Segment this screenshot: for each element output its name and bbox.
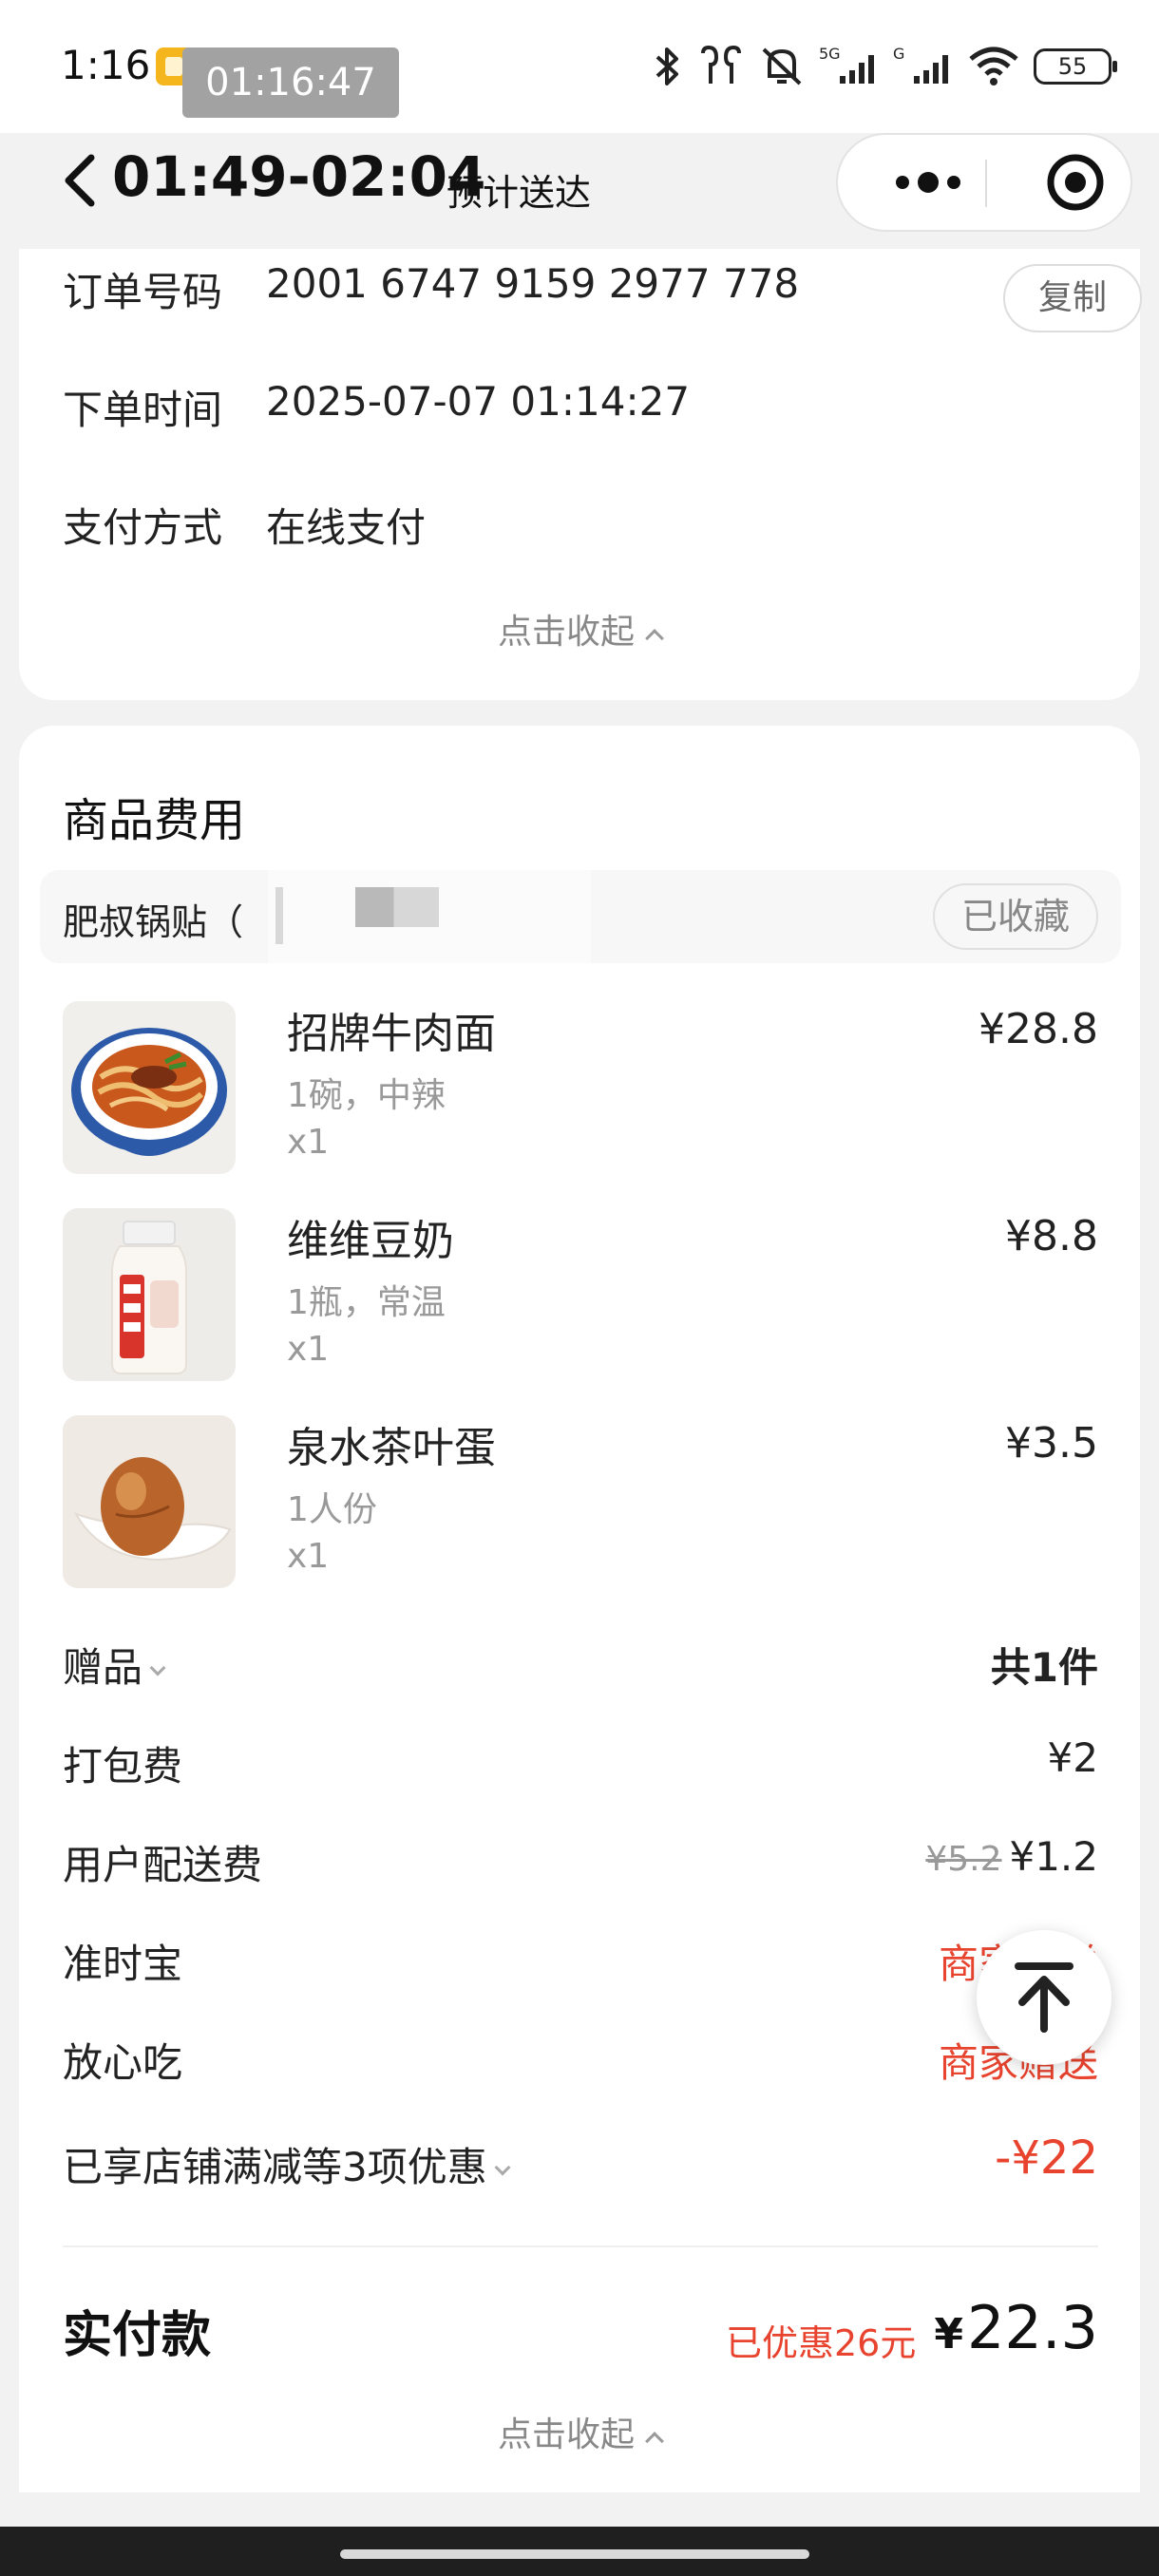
order-info-card: 订单号码 2001 6747 9159 2977 778 复制 下单时间 202… bbox=[19, 249, 1142, 700]
total-amount: ¥22.3 bbox=[934, 2293, 1098, 2362]
order-detail-page: 1:16 ··· 01:16:47 5G bbox=[0, 0, 1159, 2576]
item-price: ¥8.8 bbox=[1005, 1212, 1098, 1260]
gift-row[interactable]: 赠品 共1件 bbox=[63, 1636, 1098, 1693]
total-amount-value: 22.3 bbox=[966, 2293, 1098, 2362]
packing-fee-value: ¥2 bbox=[1047, 1734, 1098, 1781]
earbuds-icon bbox=[701, 46, 741, 84]
wifi-icon bbox=[969, 47, 1018, 85]
arrow-up-to-top-icon bbox=[1015, 1962, 1074, 2033]
collapse-info-toggle[interactable]: 点击收起 bbox=[19, 604, 1140, 653]
signal-5g-icon: 5G bbox=[819, 46, 874, 84]
section-title: 商品费用 bbox=[63, 794, 246, 847]
item-spec: 1人份 bbox=[287, 1490, 377, 1529]
collapse-label: 点击收起 bbox=[497, 613, 635, 652]
safe-label: 放心吃 bbox=[63, 2039, 183, 2086]
order-number: 2001 6747 9159 2977 778 bbox=[266, 260, 800, 307]
chevron-down-icon bbox=[494, 2159, 511, 2176]
eta-label: 预计送达 bbox=[446, 172, 592, 214]
discounts-value: -¥22 bbox=[995, 2131, 1098, 2185]
ontime-guarantee-row: 准时宝 商家赠送 bbox=[63, 1932, 1098, 1989]
beef-noodle-image bbox=[63, 1001, 236, 1174]
svg-text:5G: 5G bbox=[819, 46, 841, 63]
delivery-fee-row: 用户配送费 ¥5.2 ¥1.2 bbox=[63, 1833, 1098, 1890]
favorited-button[interactable]: 已收藏 bbox=[933, 883, 1098, 950]
time-overlay: 01:16:47 bbox=[182, 47, 399, 118]
gift-value: 共1件 bbox=[990, 1644, 1098, 1691]
order-time: 2025-07-07 01:14:27 bbox=[266, 378, 691, 425]
eta-time: 01:49-02:04 bbox=[112, 144, 486, 209]
capsule-divider bbox=[985, 160, 987, 207]
more-dots-icon[interactable] bbox=[876, 135, 980, 230]
mini-program-capsule bbox=[836, 133, 1132, 232]
cost-card: 商品费用 肥叔锅贴（ 已收藏 招牌牛肉面 1碗，中辣 x1 ¥28.8 维维豆奶… bbox=[19, 726, 1140, 2492]
gift-label-text: 赠品 bbox=[63, 1644, 143, 1691]
tea-egg-image bbox=[63, 1415, 236, 1588]
item-spec: 1碗，中辣 bbox=[287, 1076, 446, 1115]
info-label: 下单时间 bbox=[63, 387, 223, 433]
copy-button[interactable]: 复制 bbox=[1003, 264, 1142, 332]
back-to-top-button[interactable] bbox=[977, 1930, 1112, 2065]
total-label: 实付款 bbox=[63, 2307, 212, 2364]
chevron-down-icon bbox=[149, 1659, 166, 1676]
packing-fee-label: 打包费 bbox=[63, 1743, 183, 1790]
list-item[interactable]: 泉水茶叶蛋 1人份 x1 ¥3.5 bbox=[63, 1415, 1098, 1588]
chevron-up-icon bbox=[645, 629, 664, 648]
battery-icon: 55 bbox=[1034, 48, 1117, 85]
order-number-row: 订单号码 2001 6747 9159 2977 778 复制 bbox=[63, 260, 1142, 336]
payment-method: 在线支付 bbox=[266, 504, 427, 551]
discounts-row[interactable]: 已享店铺满减等3项优惠 -¥22 bbox=[63, 2131, 1098, 2193]
item-name: 维维豆奶 bbox=[287, 1217, 454, 1265]
status-icons: 5G G 55 bbox=[650, 42, 1117, 91]
packing-fee-row: 打包费 ¥2 bbox=[63, 1734, 1098, 1791]
total-discount-note: 已优惠26元 bbox=[726, 2322, 917, 2364]
list-item[interactable]: 招牌牛肉面 1碗，中辣 x1 ¥28.8 bbox=[63, 1001, 1098, 1174]
item-price: ¥3.5 bbox=[1005, 1419, 1098, 1468]
delivery-fee-label: 用户配送费 bbox=[63, 1842, 263, 1888]
item-name: 泉水茶叶蛋 bbox=[287, 1424, 496, 1472]
item-qty: x1 bbox=[287, 1123, 330, 1162]
delivery-price: ¥1.2 bbox=[1009, 1833, 1098, 1880]
signal-g-icon: G bbox=[893, 46, 948, 84]
info-label: 支付方式 bbox=[63, 504, 223, 551]
item-spec: 1瓶，常温 bbox=[287, 1283, 446, 1322]
collapse-label: 点击收起 bbox=[497, 2415, 635, 2454]
status-bar: 1:16 ··· 01:16:47 5G bbox=[0, 0, 1159, 133]
system-nav-bar bbox=[0, 2527, 1159, 2576]
shop-bar[interactable]: 肥叔锅贴（ 已收藏 bbox=[40, 870, 1121, 963]
chevron-up-icon bbox=[645, 2432, 664, 2451]
food-safety-row: 放心吃 商家赠送 bbox=[63, 2031, 1098, 2088]
gift-label: 赠品 bbox=[63, 1636, 166, 1694]
mute-bell-icon bbox=[762, 47, 802, 85]
item-price: ¥28.8 bbox=[978, 1005, 1098, 1053]
blurred-shop-name bbox=[268, 870, 591, 963]
list-item[interactable]: 维维豆奶 1瓶，常温 x1 ¥8.8 bbox=[63, 1208, 1098, 1381]
target-circle-icon[interactable] bbox=[1028, 135, 1123, 230]
info-label: 订单号码 bbox=[63, 269, 223, 315]
divider bbox=[63, 2245, 1098, 2247]
svg-text:G: G bbox=[893, 46, 904, 63]
discounts-label: 已享店铺满减等3项优惠 bbox=[63, 2135, 511, 2193]
bluetooth-icon bbox=[656, 47, 678, 85]
item-qty: x1 bbox=[287, 1537, 330, 1576]
item-name: 招牌牛肉面 bbox=[287, 1010, 496, 1058]
status-time: 1:16 bbox=[61, 42, 151, 88]
delivery-original-price: ¥5.2 bbox=[925, 1840, 1002, 1879]
ontime-label: 准时宝 bbox=[63, 1941, 183, 1987]
home-indicator[interactable] bbox=[340, 2549, 809, 2559]
shop-name: 肥叔锅贴（ bbox=[63, 901, 244, 943]
chevron-left-icon[interactable] bbox=[59, 152, 101, 209]
delivery-fee-value: ¥5.2 ¥1.2 bbox=[925, 1833, 1098, 1880]
collapse-cost-toggle[interactable]: 点击收起 bbox=[19, 2407, 1140, 2456]
discounts-label-text: 已享店铺满减等3项优惠 bbox=[63, 2144, 487, 2190]
currency-symbol: ¥ bbox=[934, 2310, 963, 2358]
soy-milk-bottle-image bbox=[63, 1208, 236, 1381]
item-qty: x1 bbox=[287, 1330, 330, 1369]
